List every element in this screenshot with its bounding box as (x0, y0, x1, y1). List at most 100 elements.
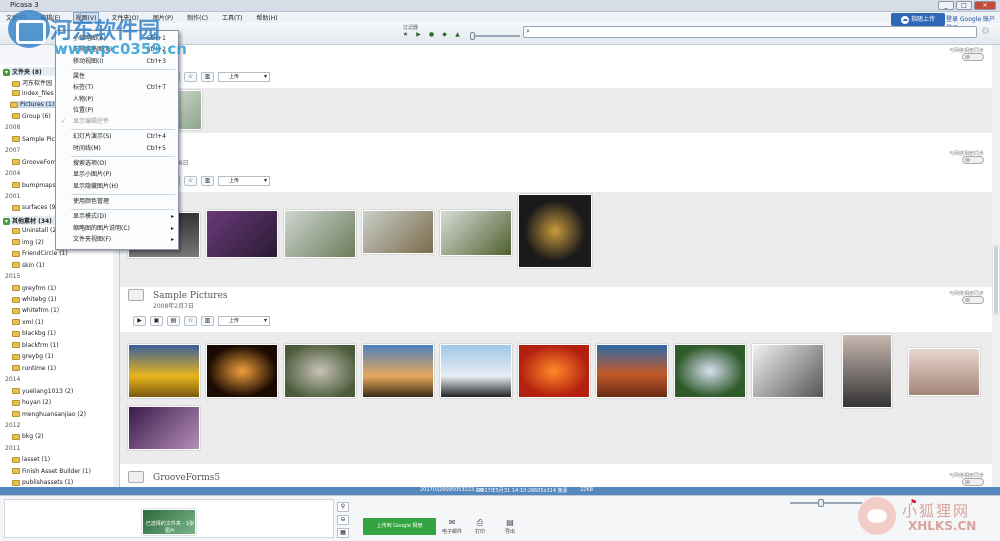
upload-select[interactable]: 上传 (218, 316, 270, 326)
pin-filter-icon[interactable]: ▲ (453, 31, 462, 39)
photo-thumbnail[interactable] (206, 210, 278, 258)
menu-create[interactable]: 制作(C) (185, 13, 210, 22)
email-action[interactable]: ✉ 电子邮件 (440, 518, 464, 535)
sidebar-folder-item[interactable]: greybg (1) (12, 353, 53, 360)
sync-toggle[interactable] (962, 478, 984, 486)
sidebar-folder-item[interactable]: blackbg (1) (12, 330, 56, 337)
view-menu-item[interactable]: ✓ 显示编辑控件 (56, 117, 178, 127)
upload-select[interactable]: 上传 (218, 176, 270, 186)
sidebar-folder-item[interactable]: menghuansanjiao (2) (12, 411, 86, 418)
photo-thumbnail[interactable] (128, 344, 200, 398)
main-scrollbar[interactable] (992, 45, 1000, 487)
filter-slider-knob[interactable] (470, 32, 475, 40)
view-menu-item[interactable]: 文件夹视图(F) ▸ (56, 235, 178, 245)
sync-toggle[interactable] (962, 53, 984, 61)
sidebar-folder-item[interactable]: FriendCircle (1) (12, 250, 68, 257)
star-button[interactable]: ☆ (184, 316, 197, 326)
geo-filter-icon[interactable]: ◆ (440, 31, 449, 39)
sidebar-folder-item[interactable]: surfaces (9) (12, 204, 58, 211)
sidebar-folder-item[interactable]: yueliang1013 (2) (12, 388, 73, 395)
view-menu-item[interactable]: 幻灯片演示(S) Ctrl+4 (56, 132, 178, 142)
photo-thumbnail[interactable] (284, 210, 356, 258)
view-menu-item[interactable]: 时间线(M) Ctrl+5 (56, 144, 178, 154)
photo-thumbnail[interactable] (440, 344, 512, 398)
filter-slider[interactable] (470, 32, 520, 40)
zoom-slider[interactable] (790, 499, 862, 507)
photo-thumbnail[interactable] (908, 348, 980, 396)
tray-thumbnail[interactable]: 已选择的文件夹 - 1张图片 (142, 509, 196, 535)
gear-icon[interactable]: ⚙ (981, 26, 990, 37)
lock-button[interactable]: ▥ (201, 176, 214, 186)
sync-toggle[interactable] (962, 156, 984, 164)
album-icon[interactable]: ▦ (337, 528, 349, 538)
pin-icon[interactable]: ⚲ (337, 502, 349, 512)
sidebar-folder-item[interactable]: skin (1) (12, 262, 44, 269)
view-menu-item[interactable]: 搜索选项(O) (56, 159, 178, 169)
view-menu-item[interactable]: 属性 (56, 72, 178, 82)
sidebar-folder-item[interactable]: bumpmaps (12, 182, 56, 189)
play-button[interactable]: ▶ (133, 316, 146, 326)
menu-help[interactable]: 帮助(H) (254, 13, 279, 22)
view-menu-item[interactable]: 使用颜色管理 (56, 197, 178, 207)
photo-thumbnail[interactable] (842, 334, 892, 408)
close-button[interactable]: ✕ (974, 1, 996, 10)
menu-tools[interactable]: 工具(T) (220, 13, 244, 22)
view-menu-item[interactable]: 显示小图片(P) (56, 170, 178, 180)
view-menu-item[interactable]: 显示模式(D) ▸ (56, 212, 178, 222)
view-menu-item[interactable]: 显示隐藏图片(H) (56, 182, 178, 192)
upload-button[interactable]: ☁ 指随上传 (891, 13, 945, 26)
sidebar-folder-item[interactable]: greyfrm (1) (12, 285, 56, 292)
sidebar-folder-item[interactable]: publishassets (1) (12, 479, 73, 486)
sidebar-folder-item[interactable]: whitefrm (1) (12, 307, 59, 314)
sync-toggle[interactable] (962, 296, 984, 304)
sidebar-folder-item[interactable]: blackfrm (1) (12, 342, 59, 349)
print-action[interactable]: ⎙ 打印 (468, 518, 492, 535)
lock-button[interactable]: ▥ (201, 72, 214, 82)
collapse-icon[interactable]: ▾ (3, 217, 10, 225)
photo-thumbnail[interactable] (128, 406, 200, 450)
zoom-slider-knob[interactable] (818, 499, 824, 507)
photo-thumbnail[interactable] (362, 210, 434, 254)
people-filter-icon[interactable]: ● (427, 31, 436, 39)
maximize-button[interactable]: □ (956, 1, 972, 10)
movie-button[interactable]: ▤ (167, 316, 180, 326)
upload-select[interactable]: 上传 (218, 72, 270, 82)
star-filter-icon[interactable]: ★ (401, 31, 410, 39)
lock-button[interactable]: ▥ (201, 316, 214, 326)
view-menu-item[interactable]: 移动视图(I) Ctrl+3 (56, 57, 178, 67)
sidebar-folder-item[interactable]: Group (6) (12, 113, 51, 120)
view-menu-item[interactable]: 人物(P) (56, 95, 178, 105)
photo-thumbnail[interactable] (596, 344, 668, 398)
sidebar-folder-item[interactable]: bkg (2) (12, 433, 44, 440)
sidebar-folder-item[interactable]: xml (1) (12, 319, 43, 326)
collapse-icon[interactable]: ▾ (3, 69, 10, 76)
video-filter-icon[interactable]: ▶ (414, 31, 423, 39)
photo-thumbnail[interactable] (752, 344, 824, 398)
view-menu-item[interactable]: 标签(T) Ctrl+T (56, 83, 178, 93)
photo-thumbnail[interactable] (440, 210, 512, 256)
star-button[interactable]: ☆ (184, 176, 197, 186)
photo-thumbnail[interactable] (518, 194, 592, 268)
view-menu-item[interactable]: 缩略图的图片说明(C) ▸ (56, 224, 178, 234)
search-input[interactable]: ⌕ (523, 26, 977, 38)
photo-thumbnail[interactable] (362, 344, 434, 398)
photo-thumbnail[interactable] (518, 344, 590, 398)
sidebar-folder-item[interactable]: runtime (1) (12, 365, 56, 372)
upload-google-button[interactable]: 上传到 Google 相册 (363, 518, 436, 535)
photo-thumbnail[interactable] (206, 344, 278, 398)
minimize-button[interactable]: _ (938, 1, 954, 10)
photo-thumbnail[interactable] (284, 344, 356, 398)
scrollbar-thumb[interactable] (993, 245, 999, 315)
sidebar-folder-item[interactable]: img (2) (12, 239, 44, 246)
sidebar-folder-item[interactable]: 河东软件园 (12, 78, 52, 87)
sidebar-folder-item[interactable]: huyan (2) (12, 399, 51, 406)
sidebar-folder-item[interactable]: Finish Asset Builder (1) (12, 468, 91, 475)
sidebar-folder-item[interactable]: lasset (1) (12, 456, 50, 463)
export-action[interactable]: ▤ 导出 (498, 518, 522, 535)
sidebar-folder-item[interactable]: whitebg (1) (12, 296, 56, 303)
clear-tray-icon[interactable]: ⊖ (337, 515, 349, 525)
photo-thumbnail[interactable] (674, 344, 746, 398)
view-menu-item[interactable]: 位置(P) (56, 106, 178, 116)
star-button[interactable]: ☆ (184, 72, 197, 82)
sidebar-folder-item[interactable]: Uninstall (2) (12, 227, 59, 234)
